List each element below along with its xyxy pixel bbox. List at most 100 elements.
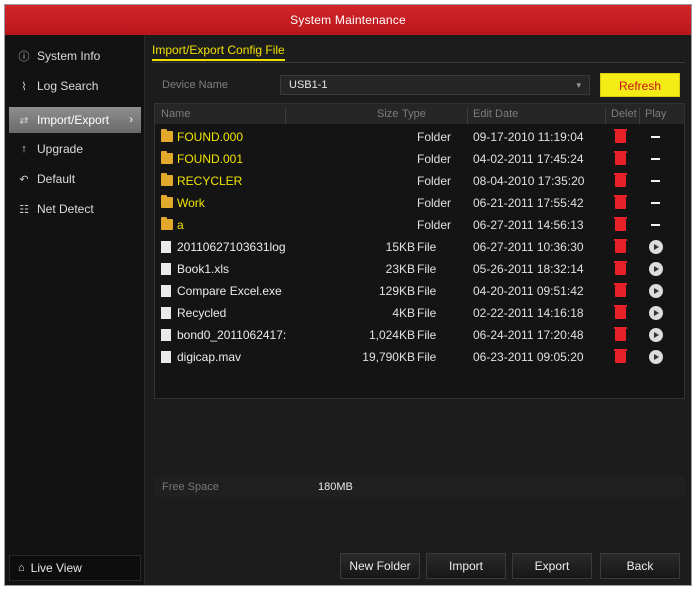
folder-icon [161, 217, 173, 230]
folder-icon [161, 195, 173, 208]
import-button[interactable]: Import [426, 553, 506, 579]
new-folder-button[interactable]: New Folder [340, 553, 420, 579]
file-size: 23KB [385, 262, 415, 276]
file-name: FOUND.001 [177, 152, 244, 166]
file-name: Compare Excel.exe [177, 284, 282, 298]
trash-icon[interactable] [614, 239, 627, 253]
file-type: File [417, 284, 437, 298]
dash-icon [649, 152, 663, 166]
file-name: digicap.mav [177, 350, 242, 364]
file-icon [161, 263, 171, 275]
main-panel: Import/Export Config File Device Name US… [146, 35, 691, 585]
sidebar-item-net-detect[interactable]: ☷ Net Detect [9, 196, 141, 222]
home-icon: ⌂ [18, 562, 25, 574]
sidebar-item-label: Log Search [37, 79, 99, 93]
file-size: 1,024KB [368, 328, 415, 342]
chevron-down-icon: ▾ [576, 80, 581, 90]
file-edit-date: 06-27-2011 14:56:13 [473, 218, 584, 232]
trash-icon[interactable] [614, 327, 627, 341]
table-row[interactable]: Work Folder 06-21-2011 17:55:42 [155, 192, 684, 214]
table-row[interactable]: a Folder 06-27-2011 14:56:13 [155, 214, 684, 236]
table-row[interactable]: digicap.mav 19,790KB File 06-23-2011 09:… [155, 346, 684, 368]
file-type: Folder [417, 218, 452, 232]
table-row[interactable]: Recycled 4KB File 02-22-2011 14:16:18 [155, 302, 684, 324]
play-icon[interactable] [649, 240, 663, 254]
refresh-button[interactable]: Refresh [600, 73, 680, 97]
window-title: System Maintenance [5, 5, 691, 35]
play-icon[interactable] [649, 350, 663, 364]
file-icon [161, 351, 171, 363]
column-header-play[interactable]: Play [645, 108, 666, 120]
sidebar-item-label: Upgrade [37, 142, 84, 156]
system-maintenance-window: System Maintenance ⓘ System Info ⌇ Log S… [4, 4, 692, 586]
sidebar-item-default[interactable]: ↶ Default [9, 166, 141, 192]
column-header-delete[interactable]: Delet [611, 108, 637, 120]
table-row[interactable]: FOUND.001 Folder 04-02-2011 17:45:24 [155, 148, 684, 170]
sidebar-item-label: System Info [37, 49, 101, 63]
trash-icon[interactable] [614, 151, 627, 165]
net-detect-icon: ☷ [19, 203, 29, 216]
file-edit-date: 06-21-2011 17:55:42 [473, 196, 584, 210]
file-icon [161, 241, 171, 253]
table-row[interactable]: RECYCLER Folder 08-04-2010 17:35:20 [155, 170, 684, 192]
file-type: File [417, 240, 437, 254]
play-icon[interactable] [649, 284, 663, 298]
trash-icon[interactable] [614, 349, 627, 363]
file-name: 20110627103631log [177, 240, 286, 254]
sidebar-item-upgrade[interactable]: ↑ Upgrade [9, 136, 141, 162]
file-name: bond0_2011062417: [177, 328, 287, 342]
table-row[interactable]: Compare Excel.exe 129KB File 04-20-2011 … [155, 280, 684, 302]
file-name: FOUND.000 [177, 130, 244, 144]
file-type: Folder [417, 152, 452, 166]
file-name: Recycled [177, 306, 227, 320]
folder-icon [161, 151, 173, 164]
file-edit-date: 06-23-2011 09:05:20 [473, 350, 584, 364]
play-icon[interactable] [649, 306, 663, 320]
table-row[interactable]: FOUND.000 Folder 09-17-2010 11:19:04 [155, 126, 684, 148]
divider [152, 62, 685, 63]
export-button[interactable]: Export [512, 553, 592, 579]
trash-icon[interactable] [614, 217, 627, 231]
column-divider [285, 108, 286, 124]
table-row[interactable]: bond0_2011062417: 1,024KB File 06-24-201… [155, 324, 684, 346]
sidebar-item-label: Import/Export [37, 113, 110, 127]
trash-icon[interactable] [614, 195, 627, 209]
file-edit-date: 04-02-2011 17:45:24 [473, 152, 584, 166]
tab-import-export-config[interactable]: Import/Export Config File [152, 43, 285, 61]
table-row[interactable]: 20110627103631log 15KB File 06-27-2011 1… [155, 236, 684, 258]
table-row[interactable]: Book1.xls 23KB File 05-26-2011 18:32:14 [155, 258, 684, 280]
upgrade-icon: ↑ [21, 143, 27, 155]
play-icon[interactable] [649, 328, 663, 342]
column-header-name[interactable]: Name [161, 108, 190, 120]
sidebar-item-system-info[interactable]: ⓘ System Info [9, 43, 141, 69]
trash-icon[interactable] [614, 129, 627, 143]
sidebar-item-label: Default [37, 172, 76, 186]
info-icon: ⓘ [18, 51, 30, 63]
device-select-value: USB1-1 [289, 79, 328, 91]
sidebar-item-import-export[interactable]: ⇄ Import/Export › [9, 107, 141, 133]
device-select[interactable]: USB1-1 ▾ [280, 75, 590, 95]
back-button[interactable]: Back [600, 553, 680, 579]
trash-icon[interactable] [614, 261, 627, 275]
file-edit-date: 05-26-2011 18:32:14 [473, 262, 584, 276]
column-header-edit-date[interactable]: Edit Date [473, 108, 518, 120]
free-space-value: 180MB [318, 481, 353, 493]
play-icon[interactable] [649, 262, 663, 276]
trash-icon[interactable] [614, 283, 627, 297]
sidebar-item-log-search[interactable]: ⌇ Log Search [9, 73, 141, 99]
file-edit-date: 04-20-2011 09:51:42 [473, 284, 584, 298]
trash-icon[interactable] [614, 305, 627, 319]
file-name: a [177, 218, 184, 232]
column-header-size[interactable]: Size [377, 108, 398, 120]
sidebar-item-label: Net Detect [37, 202, 94, 216]
trash-icon[interactable] [614, 173, 627, 187]
file-icon [161, 307, 171, 319]
file-name: Work [177, 196, 205, 210]
column-header-type[interactable]: Type [402, 108, 426, 120]
import-export-icon: ⇄ [19, 114, 29, 127]
chevron-right-icon: › [129, 114, 133, 126]
file-size: 19,790KB [362, 350, 415, 364]
file-table: Name Size Type Edit Date Delet Play FOUN… [154, 103, 685, 399]
live-view-label: Live View [30, 561, 82, 575]
live-view-button[interactable]: ⌂ Live View [9, 555, 141, 581]
